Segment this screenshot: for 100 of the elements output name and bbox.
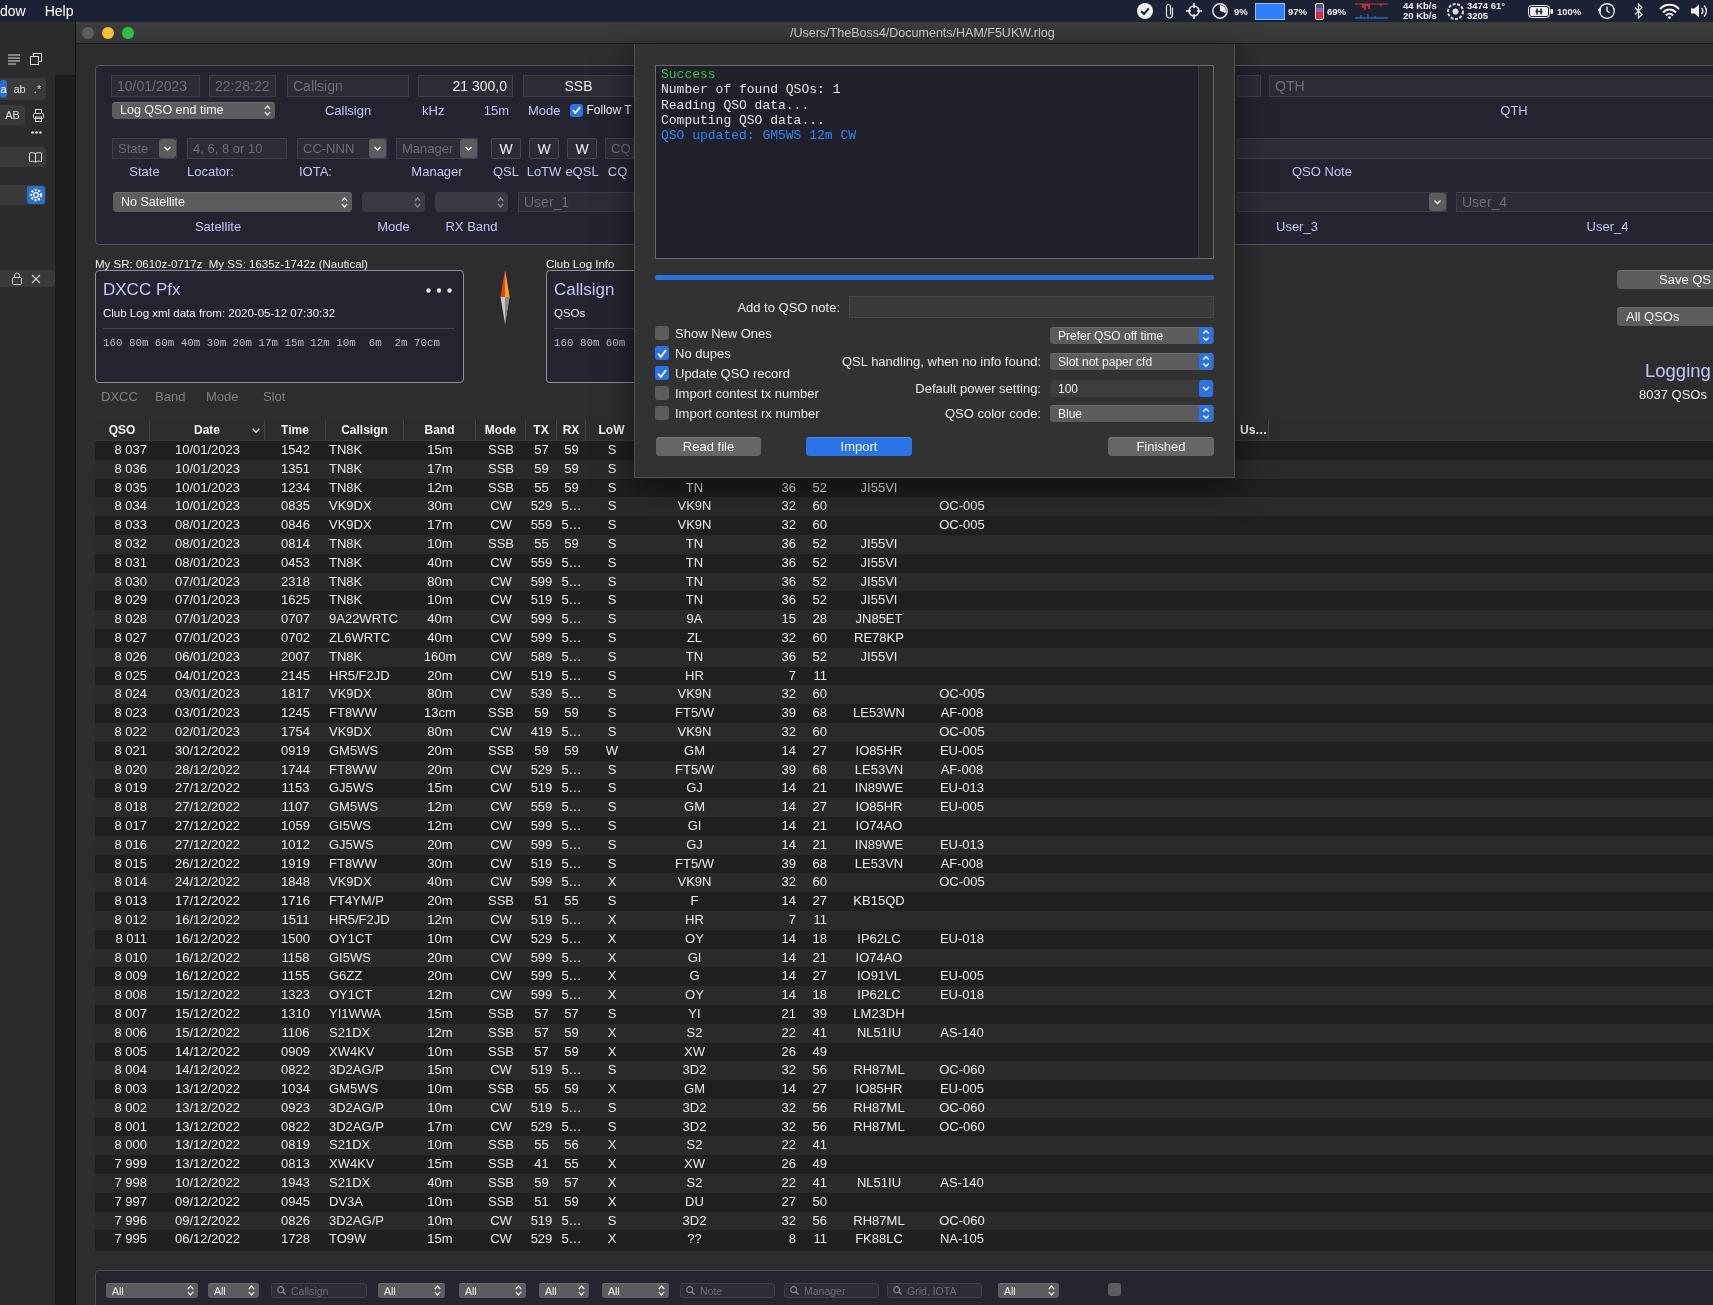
- table-row[interactable]: 7 998 10/12/2022 1943 S21DX 40m SSB 59 57 X S2 22 41 NL51IU AS-140: [95, 1174, 1713, 1193]
- checkbox[interactable]: [655, 406, 669, 420]
- filter-popup[interactable]: All: [459, 1283, 526, 1298]
- checkbox-label[interactable]: Import contest rx number: [675, 405, 820, 421]
- column-header[interactable]: Date: [150, 420, 265, 440]
- checkbox[interactable]: [655, 366, 669, 380]
- filter-popup[interactable]: All: [998, 1283, 1059, 1298]
- view-tab[interactable]: Slot: [263, 388, 286, 404]
- table-cell-text: LE53VN: [853, 854, 905, 873]
- crosshair-icon[interactable]: [1186, 3, 1202, 19]
- checkbox[interactable]: [655, 386, 669, 400]
- column-header[interactable]: Time: [265, 420, 326, 440]
- lines-icon[interactable]: [8, 53, 20, 65]
- view-tab[interactable]: Mode: [206, 388, 239, 404]
- view-tab[interactable]: DXCC: [101, 388, 138, 404]
- table-cell-text: 28/12/2022: [173, 760, 242, 779]
- book-icon[interactable]: [29, 151, 42, 163]
- filter-popup[interactable]: All: [106, 1283, 198, 1298]
- import-button[interactable]: Import: [806, 437, 912, 456]
- checkbox-label[interactable]: Follow T: [586, 103, 632, 117]
- table-cell-text: 1625: [280, 591, 311, 610]
- qsl-button[interactable]: W: [529, 138, 559, 159]
- printer-icon[interactable]: [33, 108, 44, 122]
- option-button[interactable]: AB: [0, 105, 25, 125]
- checkbox[interactable]: [655, 346, 669, 360]
- checkbox-label[interactable]: Update QSO record: [675, 365, 790, 381]
- more-icon[interactable]: [426, 287, 452, 293]
- table-cell-text: 20m: [426, 666, 454, 685]
- qsl-button[interactable]: W: [491, 138, 521, 159]
- qsl-button[interactable]: W: [567, 138, 597, 159]
- option-button[interactable]: ab: [11, 80, 28, 98]
- checkbox-label[interactable]: Show New Ones: [675, 325, 772, 341]
- table-row[interactable]: 8 018 27/12/2022 1107 GM5WS 12m CW 559 5… S GM 14 27 IO85HR EU-005: [95, 798, 1713, 817]
- column-header[interactable]: TX: [526, 420, 557, 440]
- table-cell-text: XW4KV: [328, 1155, 376, 1174]
- clock-icon[interactable]: [1597, 2, 1615, 20]
- level-bar-icon[interactable]: [1315, 2, 1324, 20]
- checkbox-label[interactable]: Import contest tx number: [675, 385, 819, 401]
- setting-popup[interactable]: Prefer QSO off time: [1050, 327, 1214, 344]
- setting-popup[interactable]: Slot not paper cfd: [1050, 353, 1214, 370]
- menu-item[interactable]: dow: [0, 3, 26, 19]
- table-row[interactable]: 8 004 14/12/2022 0822 3D2AG/P 15m CW 519 5… S 3D2 32 56 RH87ML OC-060: [95, 1061, 1713, 1081]
- close-icon[interactable]: [31, 273, 41, 284]
- table-row[interactable]: 8 000 13/12/2022 0819 S21DX 10m SSB 55 56 X S2 22 41: [95, 1136, 1713, 1156]
- option-button[interactable]: .*: [31, 80, 44, 98]
- more-icon[interactable]: [31, 131, 42, 134]
- table-cell-text: 50: [811, 1192, 828, 1211]
- table-cell-text: 5…: [560, 854, 583, 873]
- option-button[interactable]: a: [0, 80, 7, 98]
- frequency-field[interactable]: 21 300,0: [418, 75, 513, 97]
- column-header[interactable]: RX: [557, 420, 586, 440]
- lock-icon[interactable]: [12, 272, 22, 285]
- save-button[interactable]: Save QS: [1617, 270, 1713, 289]
- column-header[interactable]: Mode: [476, 420, 526, 440]
- filter-popup[interactable]: All: [539, 1283, 589, 1298]
- check-circle-icon[interactable]: [1137, 3, 1153, 19]
- table-row[interactable]: 8 034 10/01/2023 0835 VK9DX 30m CW 529 5… S VK9N 32 60 OC-005: [95, 497, 1713, 517]
- setting-combo[interactable]: 100: [1050, 380, 1214, 397]
- finished-button[interactable]: Finished: [1108, 437, 1214, 456]
- table-cell-text: 8 014: [113, 873, 148, 892]
- filter-popup[interactable]: All: [378, 1283, 445, 1298]
- column-header[interactable]: Band: [404, 420, 476, 440]
- minimize-button[interactable]: [102, 26, 114, 39]
- checkbox[interactable]: [569, 103, 583, 117]
- column-header[interactable]: Callsign: [326, 420, 404, 440]
- battery-icon[interactable]: [1528, 4, 1553, 18]
- view-tab[interactable]: Band: [155, 388, 186, 404]
- column-header[interactable]: QSO: [95, 420, 150, 440]
- checkbox-label[interactable]: No dupes: [675, 345, 731, 361]
- mode-field[interactable]: SSB: [523, 75, 634, 97]
- time-option-popup[interactable]: Log QSO end time: [112, 101, 275, 119]
- paperclip-icon[interactable]: [1165, 3, 1174, 19]
- table-cell-text: GJ5WS: [328, 835, 375, 854]
- usage-meter-icon[interactable]: [1255, 2, 1285, 20]
- table-cell-text: 1542: [280, 441, 311, 459]
- checkbox[interactable]: [1108, 1283, 1121, 1296]
- table-row[interactable]: 8 024 03/01/2023 1817 VK9DX 80m CW 539 5… S VK9N 32 60 OC-005: [95, 685, 1713, 705]
- filter-popup[interactable]: All: [208, 1283, 259, 1298]
- fan-icon[interactable]: [1447, 2, 1464, 20]
- windows-icon[interactable]: [30, 53, 42, 65]
- read-file-button[interactable]: Read file: [656, 437, 761, 456]
- table-row[interactable]: 8 008 15/12/2022 1323 OY1CT 12m CW 599 5… X OY 14 18 IP62LC EU-018: [95, 986, 1713, 1005]
- text-field[interactable]: [1237, 75, 1261, 97]
- checkbox[interactable]: [655, 326, 669, 340]
- satellite-popup[interactable]: No Satellite: [113, 192, 352, 212]
- volume-icon[interactable]: [1690, 3, 1708, 19]
- qso-note-field[interactable]: [1237, 138, 1713, 159]
- filter-popup[interactable]: All: [602, 1283, 669, 1298]
- zoom-button[interactable]: [122, 26, 134, 39]
- bluetooth-icon[interactable]: [1634, 3, 1643, 19]
- pie-chart-icon[interactable]: [1212, 3, 1228, 19]
- setting-popup[interactable]: Blue: [1050, 405, 1214, 422]
- menu-item[interactable]: Help: [44, 3, 74, 19]
- qso-filter-popup[interactable]: All QSOs: [1617, 307, 1713, 326]
- wifi-icon[interactable]: [1659, 3, 1680, 19]
- scrollbar-track[interactable]: [1198, 66, 1213, 258]
- gear-icon[interactable]: [27, 186, 45, 204]
- table-row[interactable]: 8 014 24/12/2022 1848 VK9DX 40m CW 599 5… X VK9N 32 60 OC-005: [95, 873, 1713, 893]
- network-graph-icon[interactable]: [1355, 3, 1388, 19]
- table-row[interactable]: 8 028 07/01/2023 0707 9A22WRTC 40m CW 599 5… S 9A 15 28 JN85ET: [95, 610, 1713, 629]
